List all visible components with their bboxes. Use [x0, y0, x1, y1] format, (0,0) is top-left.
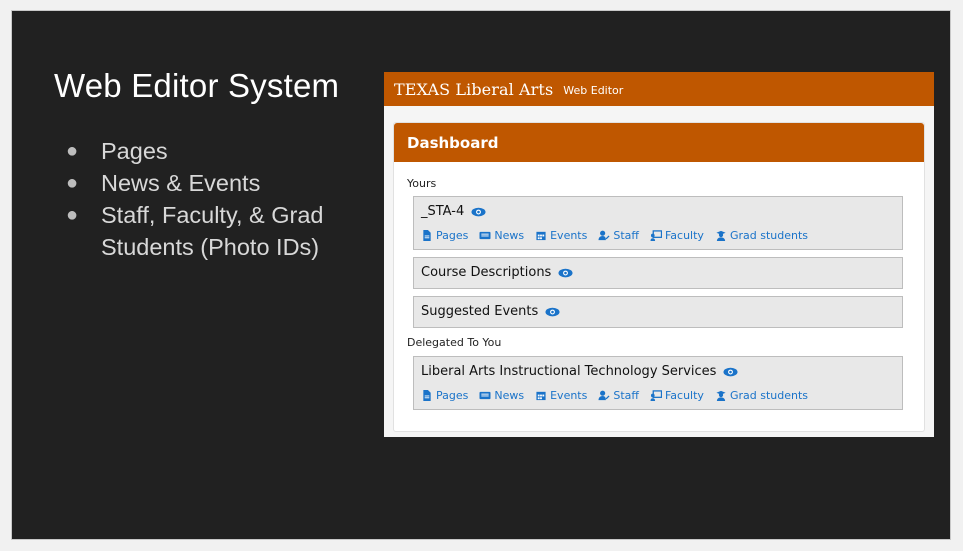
- site-name: Suggested Events: [421, 304, 539, 319]
- pages-link[interactable]: Pages: [421, 389, 468, 402]
- yours-label: Yours: [407, 177, 437, 190]
- newspaper-icon: [479, 231, 491, 240]
- bullet-text: News & Events: [101, 170, 261, 196]
- bullet-dot-icon: ●: [66, 140, 79, 162]
- grad-students-link[interactable]: Grad students: [715, 389, 808, 402]
- file-icon: [423, 230, 431, 241]
- user-edit-icon: [598, 390, 610, 401]
- link-label: News: [494, 229, 525, 242]
- bullet-item: ● Staff, Faculty, & Grad Students (Photo …: [64, 199, 354, 263]
- file-icon: [423, 390, 431, 401]
- link-label: Staff: [613, 389, 639, 402]
- graduate-icon: [716, 390, 726, 401]
- site-title: _STA-4: [421, 204, 486, 219]
- delegated-label: Delegated To You: [407, 336, 502, 349]
- staff-link[interactable]: Staff: [598, 229, 639, 242]
- top-navbar: TEXAS Liberal Arts Web Editor: [384, 72, 934, 106]
- grad-students-link[interactable]: Grad students: [715, 229, 808, 242]
- eye-icon[interactable]: [723, 367, 738, 377]
- site-card-suggested-events: Suggested Events: [413, 296, 903, 328]
- brand-logo[interactable]: TEXAS Liberal Arts: [394, 80, 553, 99]
- link-label: Pages: [436, 389, 469, 402]
- pages-link[interactable]: Pages: [421, 229, 468, 242]
- eye-icon[interactable]: [558, 268, 573, 278]
- site-card-course-descriptions: Course Descriptions: [413, 257, 903, 289]
- chalkboard-teacher-icon: [650, 390, 662, 401]
- slide-title: Web Editor System: [54, 67, 340, 104]
- bullet-list: ● Pages ● News & Events ● Staff, Faculty, &…: [64, 135, 354, 263]
- calendar-icon: [536, 391, 546, 401]
- link-label: Grad students: [729, 389, 809, 402]
- user-edit-icon: [598, 230, 610, 241]
- link-label: Faculty: [664, 389, 704, 402]
- dashboard-header: Dashboard: [394, 123, 924, 162]
- link-label: Events: [550, 229, 588, 242]
- faculty-link[interactable]: Faculty: [650, 229, 704, 242]
- link-label: Faculty: [664, 229, 704, 242]
- bullet-text: Staff, Faculty, & Grad Students (Photo I…: [101, 202, 324, 260]
- events-link[interactable]: Events: [535, 229, 587, 242]
- bullet-item: ● Pages: [64, 135, 354, 167]
- site-name: Liberal Arts Instructional Technology Se…: [421, 364, 717, 379]
- eye-icon[interactable]: [471, 207, 486, 217]
- site-title: Liberal Arts Instructional Technology Se…: [421, 364, 738, 379]
- bullet-dot-icon: ●: [66, 172, 79, 194]
- dashboard-card: Dashboard Yours _STA-4 Pages News Events…: [393, 122, 925, 432]
- graduate-icon: [716, 230, 726, 241]
- newspaper-icon: [479, 391, 491, 400]
- eye-icon[interactable]: [545, 307, 560, 317]
- site-links: Pages News Events Staff Faculty Grad stu…: [421, 389, 808, 402]
- link-label: Pages: [436, 229, 469, 242]
- web-editor-screenshot: TEXAS Liberal Arts Web Editor Dashboard …: [384, 72, 934, 437]
- site-name: _STA-4: [421, 204, 465, 219]
- bullet-item: ● News & Events: [64, 167, 354, 199]
- events-link[interactable]: Events: [535, 389, 587, 402]
- faculty-link[interactable]: Faculty: [650, 389, 704, 402]
- app-subtitle: Web Editor: [563, 83, 624, 97]
- bullet-dot-icon: ●: [66, 204, 79, 226]
- site-links: Pages News Events Staff Faculty Grad stu…: [421, 229, 808, 242]
- staff-link[interactable]: Staff: [598, 389, 639, 402]
- link-label: News: [494, 389, 525, 402]
- bullet-text: Pages: [101, 138, 168, 164]
- news-link[interactable]: News: [479, 229, 524, 242]
- link-label: Staff: [613, 229, 639, 242]
- site-title: Suggested Events: [421, 304, 560, 319]
- site-title: Course Descriptions: [421, 265, 573, 280]
- site-card-laits: Liberal Arts Instructional Technology Se…: [413, 356, 903, 410]
- chalkboard-teacher-icon: [650, 230, 662, 241]
- link-label: Events: [550, 389, 588, 402]
- site-card-sta-4: _STA-4 Pages News Events Staff Faculty G…: [413, 196, 903, 250]
- site-name: Course Descriptions: [421, 265, 552, 280]
- news-link[interactable]: News: [479, 389, 524, 402]
- link-label: Grad students: [729, 229, 809, 242]
- calendar-icon: [536, 231, 546, 241]
